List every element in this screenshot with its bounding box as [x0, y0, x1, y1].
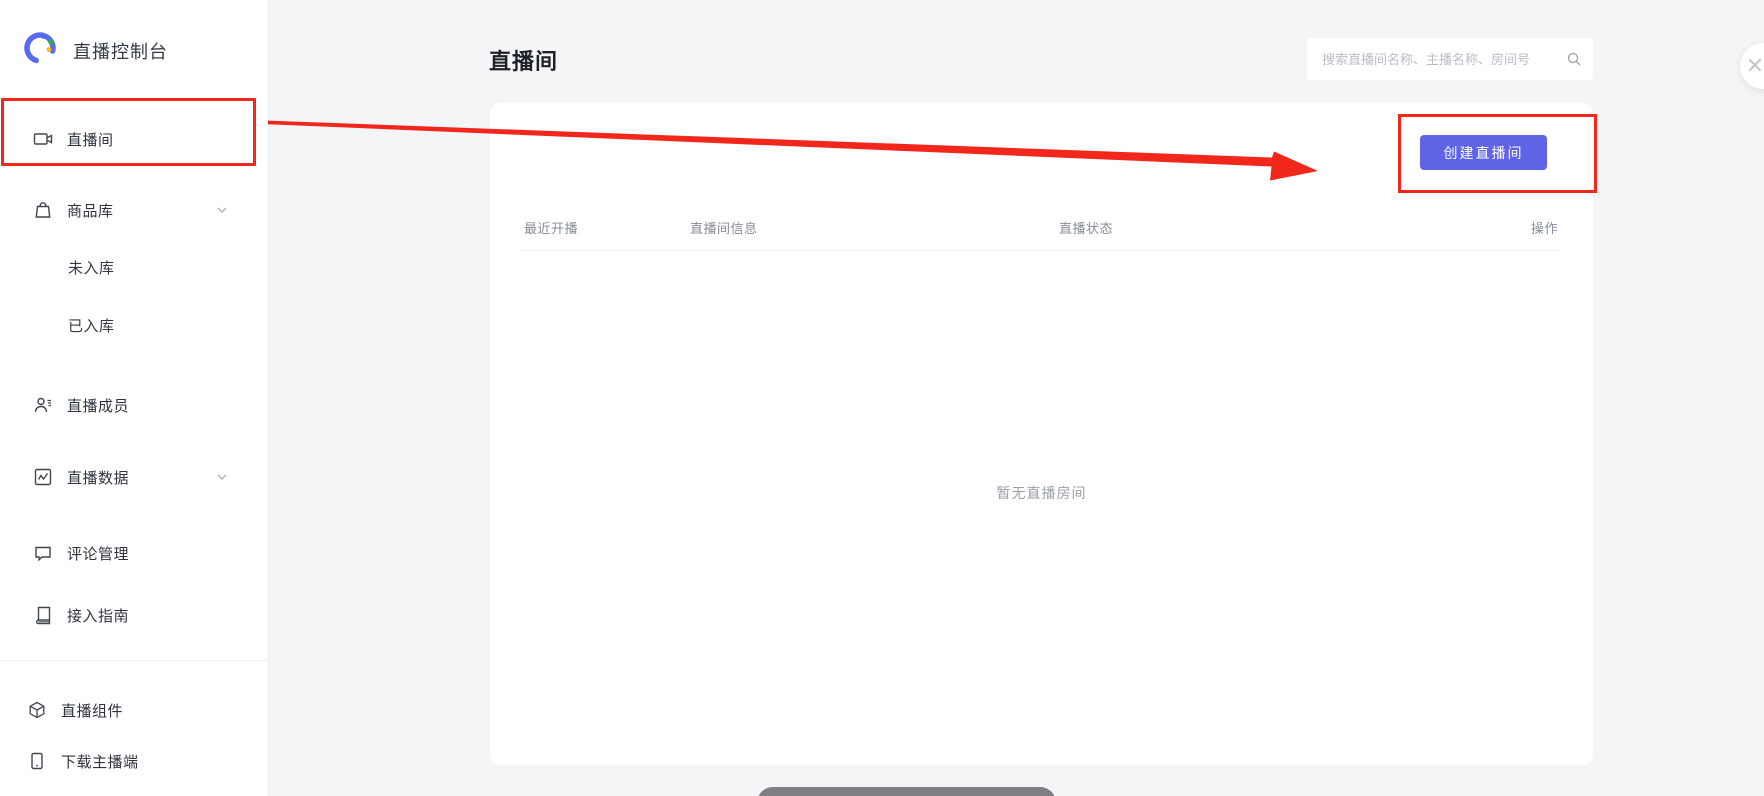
sidebar-item-label: 未入库: [68, 257, 115, 278]
search-box[interactable]: [1307, 38, 1593, 80]
annotation-box-create-button: [1398, 114, 1597, 193]
shopping-bag-icon: [33, 200, 53, 220]
chevron-down-icon[interactable]: [215, 470, 229, 484]
close-icon: ✕: [1746, 55, 1764, 77]
column-actions: 操作: [1531, 218, 1558, 237]
app-title: 直播控制台: [73, 38, 168, 64]
page-title: 直播间: [489, 44, 558, 76]
search-icon[interactable]: [1563, 51, 1593, 67]
sidebar-item-label: 直播数据: [67, 467, 129, 488]
table-header-divider: [522, 250, 1561, 251]
sidebar-item-label: 评论管理: [67, 543, 129, 564]
search-input[interactable]: [1307, 52, 1563, 67]
sidebar-item-not-in-library[interactable]: 未入库: [68, 252, 115, 282]
chevron-down-icon[interactable]: [215, 203, 229, 217]
member-icon: [33, 395, 53, 415]
table-header-row: 最近开播 直播间信息 直播状态 操作: [522, 218, 1561, 240]
cube-icon: [27, 700, 47, 720]
live-console-screen: 直播控制台 直播间 商品库: [0, 0, 1764, 796]
annotation-box-sidebar-live-room: [1, 98, 256, 166]
sidebar-item-integration-guide[interactable]: 接入指南: [0, 595, 269, 635]
sidebar-divider: [0, 660, 269, 661]
sidebar-item-product-library[interactable]: 商品库: [0, 190, 269, 230]
column-room-info: 直播间信息: [690, 218, 758, 237]
sidebar-item-in-library[interactable]: 已入库: [68, 310, 115, 340]
toast-notification: [757, 787, 1056, 796]
sidebar-item-comment-management[interactable]: 评论管理: [0, 533, 269, 573]
data-chart-icon: [33, 467, 53, 487]
sidebar-item-label: 直播组件: [61, 700, 123, 721]
comment-icon: [33, 543, 53, 563]
sidebar-item-label: 商品库: [67, 200, 114, 221]
sidebar-item-live-data[interactable]: 直播数据: [0, 457, 269, 497]
sidebar-item-download-anchor-app[interactable]: 下载主播端: [0, 741, 269, 781]
floating-close-button[interactable]: ✕: [1740, 43, 1764, 89]
sidebar-item-label: 下载主播端: [61, 751, 139, 772]
app-logo-icon: [22, 30, 58, 71]
live-room-card: [490, 103, 1593, 765]
guide-book-icon: [33, 605, 53, 625]
column-recent-broadcast: 最近开播: [524, 218, 578, 237]
sidebar-item-label: 已入库: [68, 315, 115, 336]
app-logo-row: 直播控制台: [22, 30, 168, 71]
empty-state-text: 暂无直播房间: [490, 483, 1593, 503]
sidebar-item-label: 直播成员: [67, 395, 129, 416]
sidebar-item-live-components[interactable]: 直播组件: [0, 690, 269, 730]
phone-icon: [27, 751, 47, 771]
column-live-status: 直播状态: [1059, 218, 1113, 237]
sidebar-item-label: 接入指南: [67, 605, 129, 626]
sidebar-item-live-members[interactable]: 直播成员: [0, 385, 269, 425]
